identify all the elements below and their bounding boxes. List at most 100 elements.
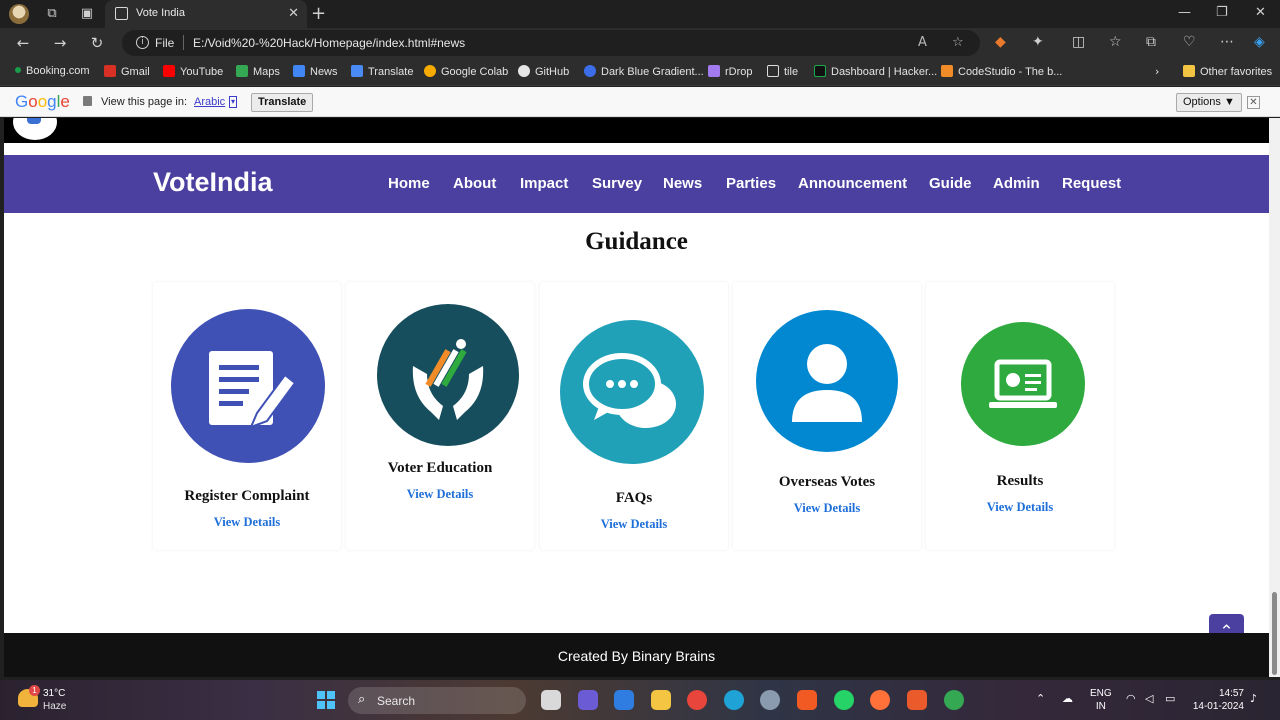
onedrive-icon[interactable]: ☁ bbox=[1062, 692, 1073, 705]
taskbar-search[interactable]: ⌕ Search bbox=[348, 687, 526, 714]
new-tab-button[interactable]: + bbox=[311, 3, 326, 24]
collections-icon[interactable]: ⧉ bbox=[1146, 34, 1156, 50]
profile-avatar[interactable] bbox=[9, 4, 29, 24]
document-pen-icon bbox=[171, 309, 325, 463]
card-register-complaint[interactable]: Register Complaint View Details bbox=[153, 282, 341, 550]
chrome-profile-icon[interactable] bbox=[944, 690, 964, 710]
nav-about[interactable]: About bbox=[453, 175, 496, 192]
page-scrollbar[interactable] bbox=[1269, 118, 1280, 677]
more-menu-icon[interactable]: ⋯ bbox=[1220, 34, 1234, 50]
maximize-icon[interactable]: ❐ bbox=[1216, 5, 1228, 20]
address-bar[interactable]: i File E:/Void%20-%20Hack/Homepage/index… bbox=[122, 30, 980, 56]
back-icon[interactable]: ← bbox=[13, 33, 33, 53]
battery-icon[interactable]: ▭ bbox=[1165, 692, 1175, 705]
brave-icon[interactable] bbox=[797, 690, 817, 710]
workspaces-icon[interactable]: ⧉ bbox=[43, 5, 61, 23]
notifications-bell-icon[interactable]: ♪ bbox=[1250, 692, 1257, 705]
card-overseas-votes[interactable]: Overseas Votes View Details bbox=[733, 282, 921, 550]
nav-guide[interactable]: Guide bbox=[929, 175, 972, 192]
weather-description[interactable]: Haze bbox=[43, 701, 66, 712]
favorites-icon[interactable]: ☆ bbox=[1109, 34, 1122, 50]
person-icon bbox=[756, 310, 898, 452]
minimize-icon[interactable]: — bbox=[1178, 5, 1191, 20]
bookmark-maps[interactable]: Maps bbox=[236, 65, 280, 78]
view-details-link[interactable]: View Details bbox=[346, 487, 534, 502]
bookmark-tile[interactable]: tile bbox=[767, 65, 798, 78]
file-explorer-icon[interactable] bbox=[651, 690, 671, 710]
nav-admin[interactable]: Admin bbox=[993, 175, 1040, 192]
info-icon[interactable]: i bbox=[136, 36, 149, 49]
chat-widget[interactable] bbox=[13, 118, 57, 140]
system-clock[interactable]: 14:57 14-01-2024 bbox=[1192, 687, 1244, 713]
nav-home[interactable]: Home bbox=[388, 175, 430, 192]
booking-icon bbox=[15, 67, 21, 73]
edge-icon[interactable] bbox=[724, 690, 744, 710]
site-navbar: VoteIndia Home About Impact Survey News … bbox=[4, 155, 1269, 213]
tray-overflow-chevron-icon[interactable]: ⌃ bbox=[1036, 692, 1045, 705]
extensions-icon[interactable]: ✦ bbox=[1032, 34, 1044, 50]
view-details-link[interactable]: View Details bbox=[153, 515, 341, 530]
firefox-icon[interactable] bbox=[870, 690, 890, 710]
chrome-icon[interactable] bbox=[687, 690, 707, 710]
bookmark-booking[interactable]: Booking.com bbox=[15, 65, 90, 77]
bookmark-gmail[interactable]: Gmail bbox=[104, 65, 150, 78]
browser-essentials-icon[interactable]: ♡ bbox=[1183, 34, 1196, 50]
whatsapp-icon[interactable] bbox=[834, 690, 854, 710]
bookmark-gradient[interactable]: Dark Blue Gradient... bbox=[584, 65, 704, 78]
task-view-icon[interactable] bbox=[541, 690, 561, 710]
view-details-link[interactable]: View Details bbox=[540, 517, 728, 532]
bookmark-news[interactable]: News bbox=[293, 65, 338, 78]
other-favorites[interactable]: Other favorites bbox=[1183, 65, 1272, 78]
bookmark-translate[interactable]: Translate bbox=[351, 65, 413, 78]
read-aloud-icon[interactable]: A bbox=[918, 35, 927, 50]
more-bookmarks-chevron-icon[interactable]: › bbox=[1155, 65, 1159, 78]
volume-icon[interactable]: ◁ bbox=[1145, 692, 1153, 705]
scrollbar-thumb[interactable] bbox=[1272, 592, 1277, 675]
close-tab-icon[interactable]: ✕ bbox=[288, 6, 299, 21]
nav-news[interactable]: News bbox=[663, 175, 702, 192]
split-screen-icon[interactable]: ◫ bbox=[1072, 34, 1085, 50]
bookmark-github[interactable]: GitHub bbox=[518, 65, 569, 78]
tab-actions-icon[interactable]: ▣ bbox=[78, 5, 96, 23]
bookmark-youtube[interactable]: YouTube bbox=[163, 65, 223, 78]
close-translate-icon[interactable]: ✕ bbox=[1247, 96, 1260, 109]
xampp-icon[interactable] bbox=[907, 690, 927, 710]
card-title: Register Complaint bbox=[184, 488, 310, 504]
view-details-link[interactable]: View Details bbox=[926, 500, 1114, 515]
card-results[interactable]: Results View Details bbox=[926, 282, 1114, 550]
close-window-icon[interactable]: ✕ bbox=[1255, 5, 1266, 20]
card-voter-education[interactable]: Voter Education View Details bbox=[346, 282, 534, 550]
weather-temperature[interactable]: 31°C bbox=[43, 688, 65, 699]
wifi-icon[interactable]: ◠ bbox=[1126, 692, 1136, 705]
nav-request[interactable]: Request bbox=[1062, 175, 1121, 192]
refresh-icon[interactable]: ↻ bbox=[87, 33, 107, 53]
language-dropdown-icon[interactable]: ▾ bbox=[229, 96, 238, 108]
site-brand[interactable]: VoteIndia bbox=[153, 167, 273, 198]
settings-icon[interactable] bbox=[760, 690, 780, 710]
extension-fox-icon[interactable]: ◆ bbox=[995, 34, 1006, 50]
url-text[interactable]: E:/Void%20-%20Hack/Homepage/index.html#n… bbox=[193, 36, 465, 50]
nav-announcement[interactable]: Announcement bbox=[798, 175, 907, 192]
nav-impact[interactable]: Impact bbox=[520, 175, 568, 192]
nav-parties[interactable]: Parties bbox=[726, 175, 776, 192]
start-button[interactable] bbox=[317, 691, 335, 709]
store-icon[interactable] bbox=[614, 690, 634, 710]
bookmark-hackerrank[interactable]: Dashboard | Hacker... bbox=[814, 65, 937, 78]
language-select[interactable]: Arabic bbox=[194, 96, 225, 108]
favorite-star-icon[interactable]: ☆ bbox=[952, 35, 964, 50]
bookmark-codestudio[interactable]: CodeStudio - The b... bbox=[941, 65, 1062, 78]
nav-survey[interactable]: Survey bbox=[592, 175, 642, 192]
browser-tab[interactable]: Vote India ✕ bbox=[105, 0, 307, 28]
chat-app-icon[interactable] bbox=[578, 690, 598, 710]
card-faqs[interactable]: FAQs View Details bbox=[540, 282, 728, 550]
bookmark-rdrop[interactable]: rDrop bbox=[708, 65, 753, 78]
forward-icon[interactable]: → bbox=[50, 33, 70, 53]
translate-button[interactable]: Translate bbox=[251, 93, 314, 112]
view-details-link[interactable]: View Details bbox=[733, 501, 921, 516]
bookmark-colab[interactable]: Google Colab bbox=[424, 65, 508, 78]
options-button[interactable]: Options ▼ bbox=[1176, 93, 1242, 112]
copilot-icon[interactable]: ◈ bbox=[1254, 34, 1265, 50]
language-indicator[interactable]: ENG IN bbox=[1090, 687, 1112, 713]
tab-strip: ⧉ ▣ Vote India ✕ + — ❐ ✕ bbox=[0, 0, 1280, 28]
page-viewport: VoteIndia Home About Impact Survey News … bbox=[4, 118, 1269, 677]
